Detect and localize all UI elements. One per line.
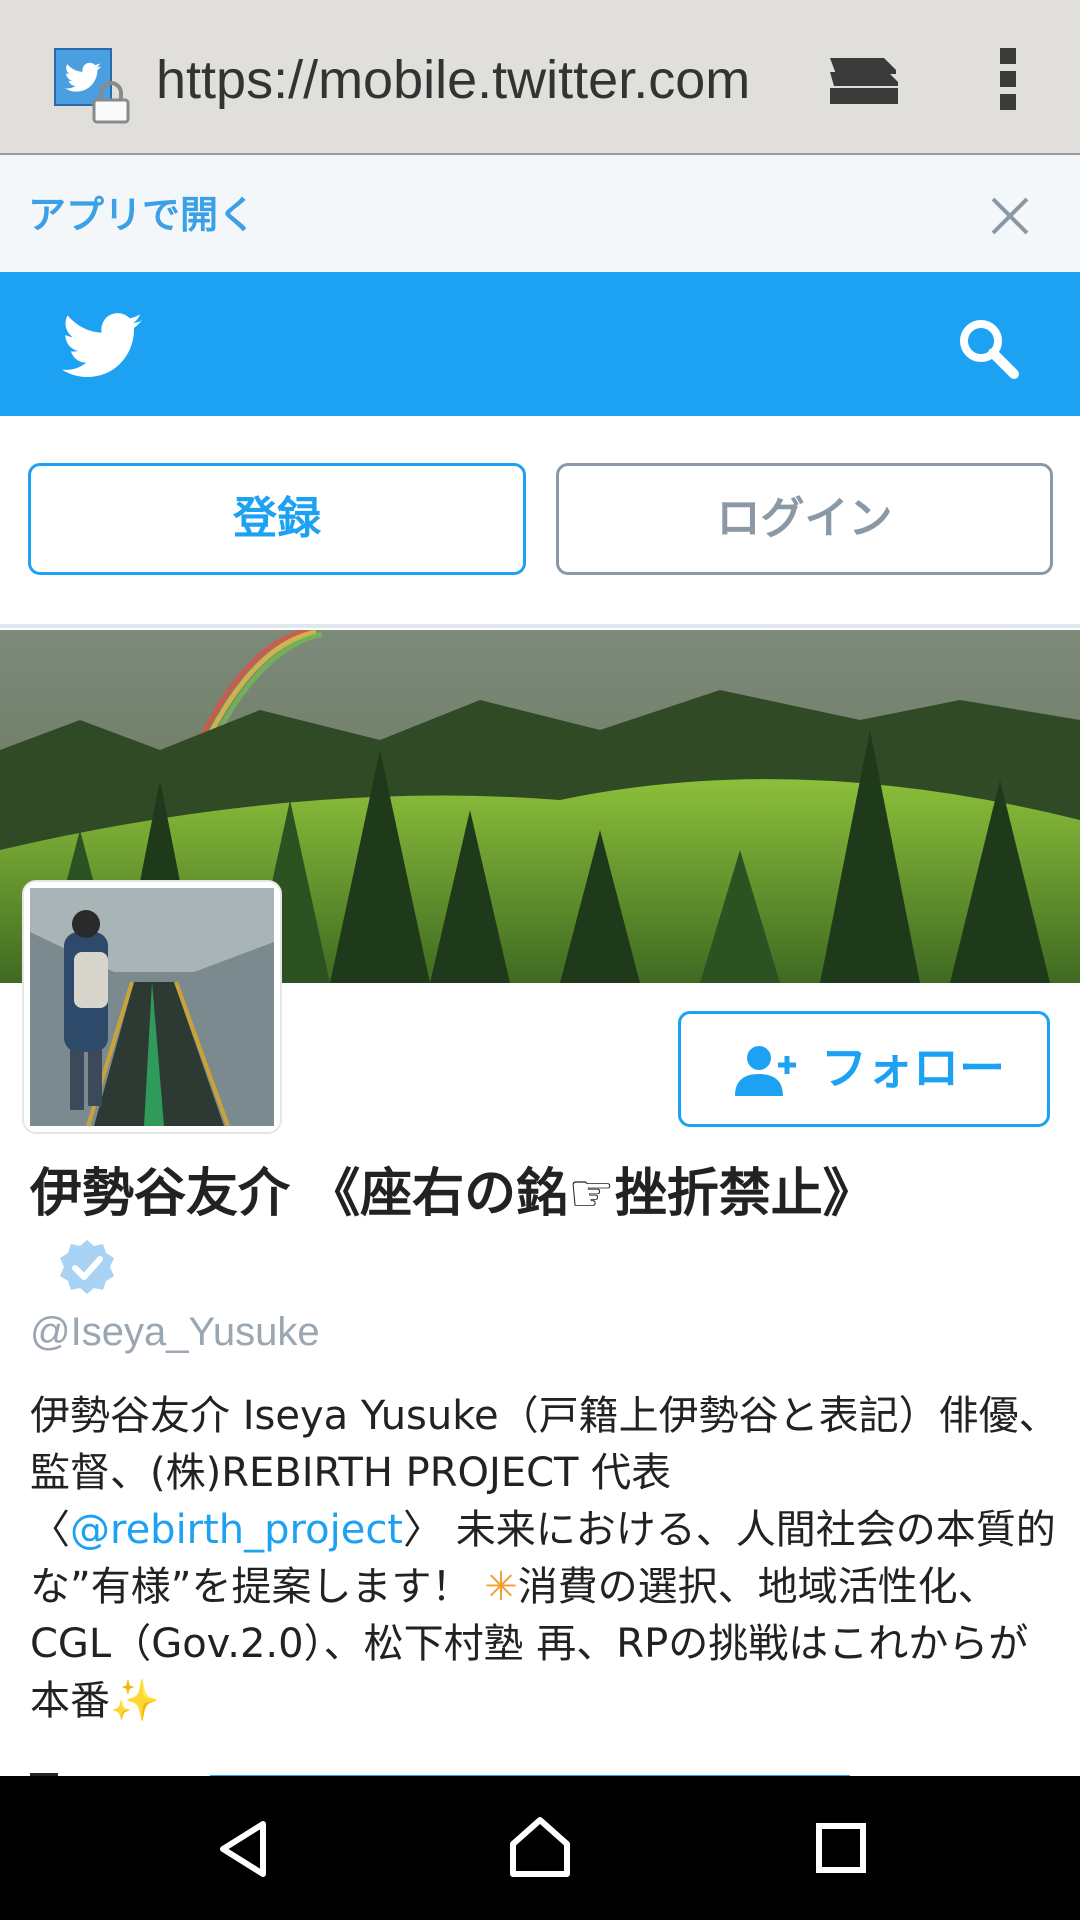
follow-button[interactable]: フォロー	[678, 1011, 1050, 1127]
twitter-bird-icon[interactable]	[62, 312, 142, 380]
home-icon[interactable]	[507, 1814, 573, 1880]
follow-label: フォロー	[821, 1041, 1005, 1095]
divider	[0, 624, 1080, 628]
recent-apps-icon[interactable]	[815, 1822, 867, 1874]
search-icon[interactable]	[956, 316, 1020, 380]
tabs-icon[interactable]	[826, 52, 900, 108]
avatar[interactable]	[24, 882, 280, 1132]
signup-button[interactable]: 登録	[28, 463, 526, 575]
lock-icon	[92, 81, 130, 124]
sparkle-icon: ✨	[110, 1678, 160, 1724]
login-button[interactable]: ログイン	[556, 463, 1053, 575]
close-icon[interactable]	[990, 196, 1030, 236]
display-name: 伊勢谷友介 《座右の銘☞挫折禁止》	[30, 1164, 875, 1224]
bio-mention-link[interactable]: @rebirth_project	[70, 1507, 403, 1553]
sparkle-icon: ✳	[484, 1564, 518, 1610]
open-in-app-link[interactable]: アプリで開く	[28, 190, 256, 240]
profile-bio: 伊勢谷友介 Iseya Yusuke（戸籍上伊勢谷と表記）俳優、監督、(株)RE…	[30, 1388, 1060, 1730]
verified-badge-icon	[60, 1240, 114, 1294]
add-user-icon	[735, 1046, 796, 1096]
twitter-header	[0, 272, 1080, 416]
more-vert-icon[interactable]	[990, 46, 1026, 112]
user-handle: @Iseya_Yusuke	[30, 1310, 320, 1354]
back-triangle-icon[interactable]	[213, 1818, 273, 1880]
url-field[interactable]: https://mobile.twitter.com	[156, 45, 768, 115]
